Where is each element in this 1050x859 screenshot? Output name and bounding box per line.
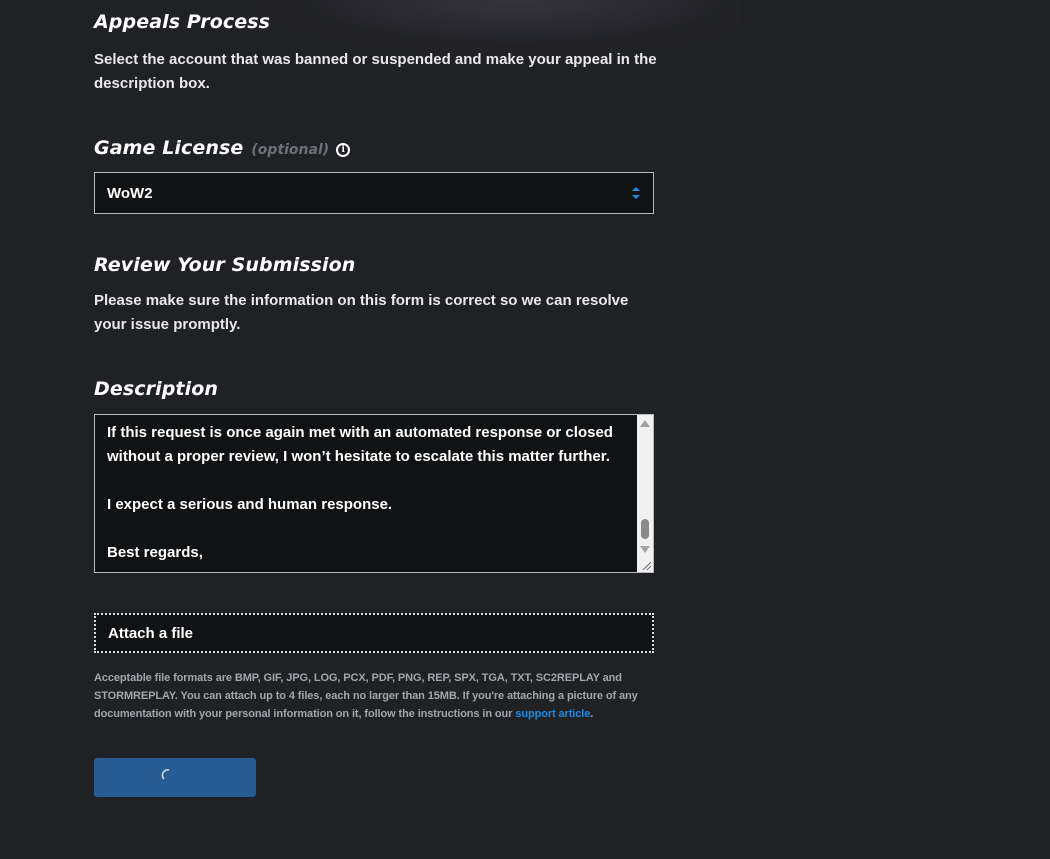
description-textarea[interactable]: If this request is once again met with a…	[94, 414, 654, 573]
appeals-process-heading: Appeals Process	[94, 11, 271, 33]
review-submission-text: Please make sure the information on this…	[94, 292, 629, 333]
description-content: If this request is once again met with a…	[107, 421, 627, 565]
description-line: I expect a serious and human response.	[107, 496, 393, 513]
file-format-info-suffix: .	[590, 708, 594, 720]
info-icon[interactable]: i	[336, 143, 351, 157]
scroll-up-arrow-icon[interactable]	[640, 420, 650, 427]
attach-file-label: Attach a file	[108, 625, 194, 642]
review-submission-heading: Review Your Submission	[94, 254, 356, 276]
loading-spinner-icon	[161, 769, 170, 780]
game-license-label-row: Game License (optional) i	[94, 137, 351, 159]
submit-button[interactable]	[94, 758, 256, 797]
resize-grip-icon[interactable]	[640, 559, 652, 571]
scrollbar-thumb[interactable]	[641, 519, 649, 539]
description-line: If this request is once again met with a…	[107, 424, 613, 465]
description-scrollbar[interactable]	[637, 415, 653, 572]
scroll-down-arrow-icon[interactable]	[640, 546, 650, 553]
attach-file-dropzone[interactable]: Attach a file	[94, 613, 654, 653]
game-license-selected-value: WoW2	[107, 185, 153, 202]
description-line: Best regards,	[107, 544, 203, 561]
description-label: Description	[94, 378, 218, 400]
game-license-select[interactable]: WoW2	[94, 172, 654, 214]
support-article-link[interactable]: support article	[515, 708, 590, 720]
file-format-info: Acceptable file formats are BMP, GIF, JP…	[94, 669, 656, 723]
appeals-process-text: Select the account that was banned or su…	[94, 51, 657, 92]
game-license-label: Game License	[94, 137, 244, 159]
chevron-up-down-icon	[632, 187, 640, 199]
optional-tag: (optional)	[251, 142, 330, 158]
appeal-form-page: Appeals Process Select the account that …	[0, 0, 1050, 859]
